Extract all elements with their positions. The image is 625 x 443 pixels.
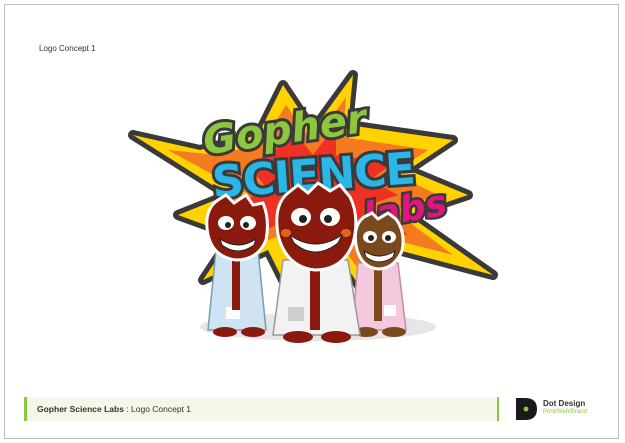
- footer-subtitle: Logo Concept 1: [131, 404, 192, 414]
- brand-name: Dot Design: [543, 399, 586, 408]
- brand-block: Dot Design Print/Web/Brand: [513, 396, 613, 424]
- footer-title: Gopher Science Labs: [37, 404, 124, 414]
- concept-label: Logo Concept 1: [39, 44, 96, 53]
- footer-separator: :: [123, 404, 132, 414]
- gopher-center: [272, 181, 361, 343]
- logo-artwork: Gopher SCIENCE labs: [128, 70, 498, 343]
- dot-design-logo-icon: [516, 398, 537, 420]
- footer-caption-bar: Gopher Science Labs : Logo Concept 1: [24, 397, 499, 421]
- gopher-right: [351, 211, 407, 337]
- footer-caption: Gopher Science Labs : Logo Concept 1: [37, 404, 191, 414]
- brand-tagline: Print/Web/Brand: [543, 409, 587, 415]
- gopher-left: [205, 192, 269, 337]
